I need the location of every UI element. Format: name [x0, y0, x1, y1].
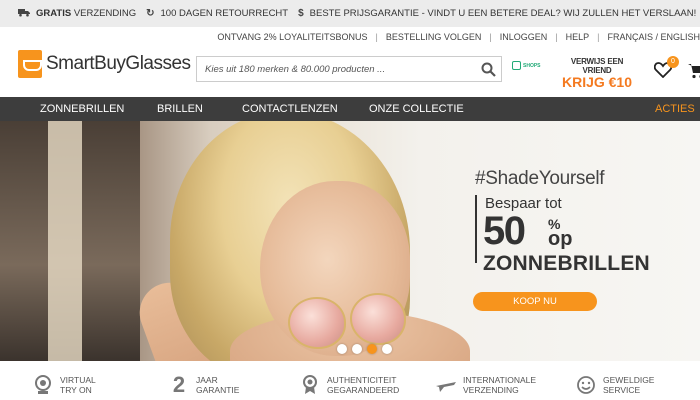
promo-big-number: 50 [483, 209, 526, 253]
utility-links: ONTVANG 2% LOYALITEITSBONUS | BESTELLING… [217, 30, 700, 44]
smiley-icon [576, 375, 596, 395]
site-logo[interactable]: SmartBuyGlasses [18, 50, 191, 78]
features-bar: VIRTUAL TRY ON 2 JAAR GARANTIE AUTHENTICIT… [0, 361, 700, 400]
usp-returns: ↻ 100 dagen retourrecht [146, 8, 288, 19]
nav-item-acties[interactable]: ACTIES [655, 103, 695, 115]
feature-line2: GARANTIE [196, 385, 240, 395]
usp-label-bold: Gratis [36, 8, 72, 19]
medal-icon [300, 375, 320, 395]
promo-product: ZONNEBRILLEN [483, 252, 650, 275]
refer-line1: VERWIJS EEN VRIEND [570, 57, 624, 75]
promo-op: op [548, 228, 573, 250]
carousel-dot-active[interactable] [367, 344, 377, 354]
usp-label: Beste prijsgarantie - vindt u een betere… [309, 8, 697, 19]
refer-line2: KRIJG €10 [561, 74, 633, 90]
usp-price-guarantee: $ Beste prijsgarantie - vindt u een bete… [298, 8, 696, 19]
nav-item-zonnebrillen[interactable]: ZONNEBRILLEN [40, 103, 124, 115]
webcam-icon [33, 375, 53, 395]
feature-line2: TRY ON [60, 385, 92, 395]
search-input[interactable] [197, 57, 475, 81]
carousel-dot[interactable] [382, 344, 392, 354]
separator: | [597, 32, 600, 42]
sunglasses-right-lens [350, 293, 406, 345]
loyalty-bonus-link[interactable]: ONTVANG 2% LOYALITEITSBONUS [217, 32, 367, 42]
refer-a-friend[interactable]: VERWIJS EEN VRIEND KRIJG €10 [557, 57, 637, 90]
dollar-icon: $ [298, 8, 304, 19]
usp-free-shipping: Gratis verzending [18, 8, 136, 20]
buy-now-button[interactable]: KOOP NU [473, 292, 597, 311]
login-link[interactable]: INLOGGEN [500, 32, 548, 42]
feature-virtual-try-on[interactable]: VIRTUAL TRY ON [33, 375, 96, 395]
cart-button[interactable] [688, 63, 700, 79]
hero-banner[interactable] [0, 121, 700, 361]
feature-line1: VIRTUAL [60, 375, 96, 385]
carousel-dot[interactable] [352, 344, 362, 354]
nav-item-contactlenzen[interactable]: CONTACTLENZEN [242, 103, 338, 115]
usp-bar: Gratis verzending ↻ 100 dagen retourrech… [0, 0, 700, 27]
two-icon: 2 [172, 372, 186, 397]
sunglasses-left-lens [288, 297, 346, 349]
carousel-dot[interactable] [337, 344, 347, 354]
separator: | [375, 32, 378, 42]
wishlist-button[interactable]: 0 [653, 56, 679, 80]
help-link[interactable]: HELP [566, 32, 590, 42]
hero-window-light [48, 121, 82, 361]
wishlist-count: 0 [667, 56, 679, 68]
separator: | [555, 32, 558, 42]
track-order-link[interactable]: BESTELLING VOLGEN [386, 32, 482, 42]
feature-line1: JAAR [196, 375, 218, 385]
promo-divider [475, 195, 477, 263]
hero-hashtag: #ShadeYourself [475, 168, 605, 189]
feature-warranty[interactable]: 2 JAAR GARANTIE [169, 372, 240, 397]
shield-icon [512, 61, 521, 70]
plane-icon [436, 375, 456, 395]
search-bar [196, 56, 502, 82]
feature-line2: GEGARANDEERD [327, 385, 400, 395]
search-icon[interactable] [475, 57, 501, 81]
glasses-logo-icon [18, 50, 42, 78]
feature-shipping[interactable]: INTERNATIONALE VERZENDING [436, 375, 536, 395]
trusted-shops-badge[interactable]: SHOPS [512, 61, 546, 77]
nav-item-onze-collectie[interactable]: ONZE COLLECTIE [369, 103, 464, 115]
feature-line1: GEWELDIGE [603, 375, 655, 385]
carousel-dots [337, 344, 397, 354]
feature-line2: SERVICE [603, 385, 641, 395]
nav-item-brillen[interactable]: BRILLEN [157, 103, 203, 115]
feature-line1: AUTHENTICITEIT [327, 375, 397, 385]
refresh-icon: ↻ [146, 8, 155, 19]
main-nav: ZONNEBRILLEN BRILLEN CONTACTLENZEN ONZE … [0, 97, 700, 121]
cart-icon [688, 64, 700, 79]
language-switch-link[interactable]: FRANÇAIS / ENGLISH [607, 32, 700, 42]
separator: | [489, 32, 492, 42]
truck-icon [18, 8, 30, 20]
usp-label: verzending [73, 8, 137, 19]
usp-label: 100 dagen retourrecht [160, 8, 289, 19]
logo-text: SmartBuyGlasses [46, 53, 191, 74]
feature-authenticity[interactable]: AUTHENTICITEIT GEGARANDEERD [300, 375, 399, 395]
badge-text: SHOPS [523, 62, 541, 69]
feature-line2: VERZENDING [463, 385, 519, 395]
feature-service[interactable]: GEWELDIGE SERVICE [576, 375, 654, 395]
feature-line1: INTERNATIONALE [463, 375, 537, 385]
